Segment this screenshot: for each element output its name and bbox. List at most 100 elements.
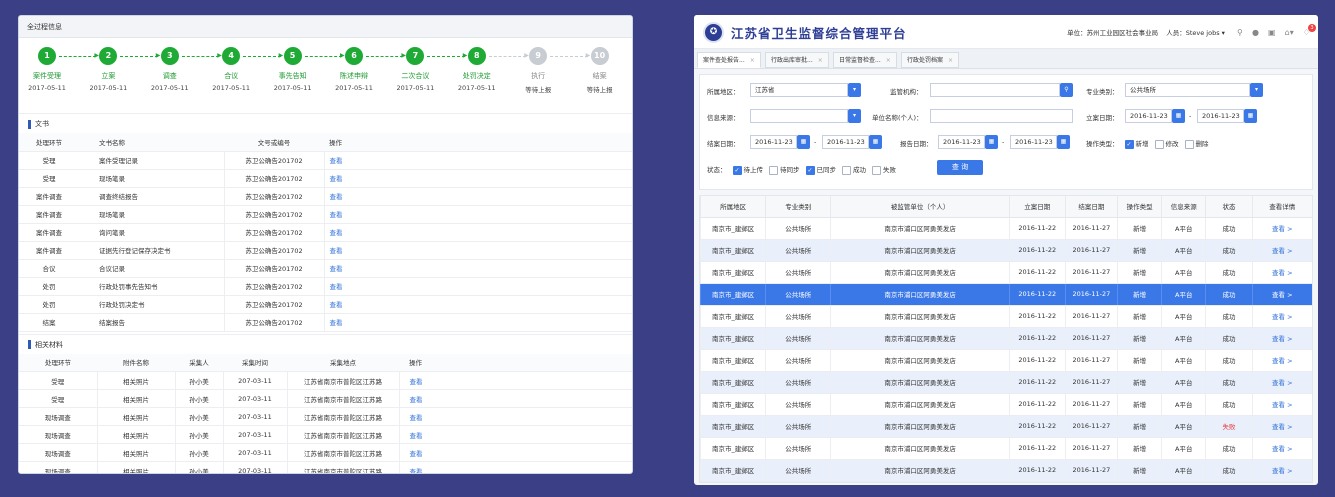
person-menu[interactable]: 人员：Steve jobs ▾ bbox=[1166, 29, 1225, 37]
category-select[interactable]: 公共场所 bbox=[1125, 83, 1250, 97]
report-date-from[interactable]: 2016-11-23 bbox=[938, 135, 985, 149]
result-row[interactable]: 南京市_建邺区 公共场所 南京市浦口区阿勇美发店 2016-11-22 2016-11-… bbox=[699, 371, 1312, 394]
view-detail-link[interactable]: 查看 > bbox=[1251, 261, 1312, 284]
op-type-cell: 新增 bbox=[1117, 437, 1162, 460]
chevron-down-icon[interactable]: ▾ bbox=[848, 83, 861, 97]
view-detail-link[interactable]: 查看 > bbox=[1251, 393, 1312, 416]
result-row[interactable]: 南京市_建邺区 公共场所 南京市浦口区阿勇美发店 2016-11-22 2016-11-… bbox=[699, 283, 1312, 306]
op-type-checkbox[interactable] bbox=[1154, 139, 1164, 149]
view-link[interactable]: 查看 bbox=[323, 205, 632, 224]
view-link[interactable]: 查看 bbox=[323, 241, 632, 260]
view-link[interactable]: 查看 bbox=[398, 371, 632, 390]
home-icon[interactable]: ⌂▾ bbox=[1285, 28, 1294, 37]
view-detail-link[interactable]: 查看 > bbox=[1251, 415, 1312, 438]
calendar-icon[interactable]: ▦ bbox=[869, 135, 882, 149]
section-bar-icon bbox=[28, 119, 31, 129]
region-select[interactable]: 江苏省 bbox=[750, 83, 848, 97]
tab-daily-inspection[interactable]: 日常监督检查... × bbox=[833, 52, 897, 68]
document-row: 结案 结案报告 苏卫公确告201702 查看 bbox=[19, 313, 632, 332]
view-link[interactable]: 查看 bbox=[323, 169, 632, 188]
collector: 孙小美 bbox=[174, 389, 223, 408]
calendar-icon[interactable]: ▦ bbox=[797, 135, 810, 149]
view-detail-link[interactable]: 查看 > bbox=[1251, 371, 1312, 394]
collect-time: 207-03-11 bbox=[222, 371, 287, 390]
view-link[interactable]: 查看 bbox=[323, 223, 632, 242]
view-link[interactable]: 查看 bbox=[323, 277, 632, 296]
close-icon[interactable]: × bbox=[750, 57, 755, 64]
step-name: 立案 bbox=[101, 72, 116, 80]
close-date-to[interactable]: 2016-11-23 bbox=[822, 135, 869, 149]
calendar-icon[interactable]: ▦ bbox=[1057, 135, 1070, 149]
status-checkbox[interactable] bbox=[769, 165, 778, 175]
view-detail-link[interactable]: 查看 > bbox=[1251, 305, 1312, 328]
view-detail-link[interactable]: 查看 > bbox=[1251, 327, 1312, 350]
chat-icon[interactable]: ● bbox=[1252, 28, 1259, 37]
unit-cell: 南京市浦口区阿勇美发店 bbox=[830, 261, 1010, 284]
result-row[interactable]: 南京市_建邺区 公共场所 南京市浦口区阿勇美发店 2016-11-22 2016-11-… bbox=[699, 415, 1312, 438]
view-link[interactable]: 查看 bbox=[398, 443, 632, 462]
view-detail-link[interactable]: 查看 > bbox=[1251, 217, 1312, 240]
tab-case-report[interactable]: 案件查处报告... × bbox=[697, 52, 761, 68]
unit-name-input[interactable] bbox=[930, 109, 1073, 123]
filing-date-from[interactable]: 2016-11-23 bbox=[1125, 109, 1172, 123]
view-detail-link[interactable]: 查看 > bbox=[1251, 437, 1312, 460]
close-date-from[interactable]: 2016-11-23 bbox=[750, 135, 797, 149]
result-row[interactable]: 南京市_建邺区 公共场所 南京市浦口区阿勇美发店 2016-11-22 2016-11-… bbox=[699, 459, 1312, 482]
source-select[interactable] bbox=[750, 109, 848, 123]
message-icon[interactable]: ▣ bbox=[1268, 28, 1276, 37]
view-detail-link[interactable]: 查看 > bbox=[1251, 459, 1312, 482]
close-icon[interactable]: × bbox=[886, 57, 891, 64]
result-row[interactable]: 南京市_建邺区 公共场所 南京市浦口区阿勇美发店 2016-11-22 2016-11-… bbox=[699, 261, 1312, 284]
chevron-down-icon[interactable]: ▾ bbox=[848, 109, 861, 123]
result-row[interactable]: 南京市_建邺区 公共场所 南京市浦口区阿勇美发店 2016-11-22 2016-11-… bbox=[699, 305, 1312, 328]
tab-penalty-archive[interactable]: 行政处罚档案 × bbox=[901, 52, 960, 68]
op-type-checkbox[interactable]: ✓ bbox=[1124, 139, 1134, 149]
result-row[interactable]: 南京市_建邺区 公共场所 南京市浦口区阿勇美发店 2016-11-22 2016-11-… bbox=[699, 393, 1312, 416]
status-checkbox[interactable]: ✓ bbox=[732, 165, 742, 175]
result-row[interactable]: 南京市_建邺区 公共场所 南京市浦口区阿勇美发店 2016-11-22 2016-11-… bbox=[699, 437, 1312, 460]
status-checkbox[interactable]: ✓ bbox=[805, 165, 815, 175]
tab-admin-approval[interactable]: 行政出库审批... × bbox=[765, 52, 829, 68]
collector: 孙小美 bbox=[174, 371, 223, 390]
chevron-down-icon[interactable]: ▾ bbox=[1250, 83, 1263, 97]
view-detail-link[interactable]: 查看 > bbox=[1251, 349, 1312, 372]
query-button[interactable]: 查 询 bbox=[937, 160, 983, 175]
bell-icon[interactable]: ♢ 3 bbox=[1303, 24, 1316, 37]
result-row[interactable]: 南京市_建邺区 公共场所 南京市浦口区阿勇美发店 2016-11-22 2016-11-… bbox=[699, 349, 1312, 372]
view-detail-link[interactable]: 查看 > bbox=[1251, 239, 1312, 262]
region-cell: 南京市_建邺区 bbox=[699, 459, 766, 482]
result-row[interactable]: 南京市_建邺区 公共场所 南京市浦口区阿勇美发店 2016-11-22 2016-11-… bbox=[699, 327, 1312, 350]
view-link[interactable]: 查看 bbox=[398, 425, 632, 444]
app-header: ✪ 江苏省卫生监督综合管理平台 单位：苏州工业园区社会事业局 人员：Steve … bbox=[694, 15, 1318, 49]
view-link[interactable]: 查看 bbox=[323, 295, 632, 314]
emblem-logo-icon: ✪ bbox=[703, 22, 724, 43]
view-link[interactable]: 查看 bbox=[398, 461, 632, 473]
agency-input[interactable] bbox=[930, 83, 1060, 97]
calendar-icon[interactable]: ▦ bbox=[1172, 109, 1185, 123]
calendar-icon[interactable]: ▦ bbox=[985, 135, 998, 149]
search-icon[interactable]: ⚲ bbox=[1237, 28, 1243, 37]
documents-table: 处理环节 文书名称 文号或编号 操作 受理 案件受理记录 苏卫公确告201702 查看… bbox=[19, 133, 632, 332]
material-row: 现场调查 相关照片 孙小美 207-03-11 江苏省南京市普陀区江苏路 查看 bbox=[19, 461, 632, 473]
collect-place: 江苏省南京市普陀区江苏路 bbox=[286, 443, 399, 462]
result-row[interactable]: 南京市_建邺区 公共场所 南京市浦口区阿勇美发店 2016-11-22 2016-11-… bbox=[699, 217, 1312, 240]
close-icon[interactable]: × bbox=[818, 57, 823, 64]
view-link[interactable]: 查看 bbox=[398, 389, 632, 408]
close-icon[interactable]: × bbox=[948, 57, 953, 64]
view-link[interactable]: 查看 bbox=[323, 187, 632, 206]
op-type-checkbox[interactable] bbox=[1184, 139, 1194, 149]
filing-date-to[interactable]: 2016-11-23 bbox=[1197, 109, 1244, 123]
view-link[interactable]: 查看 bbox=[323, 259, 632, 278]
view-link[interactable]: 查看 bbox=[323, 151, 632, 170]
calendar-icon[interactable]: ▦ bbox=[1244, 109, 1257, 123]
closed-date-cell: 2016-11-27 bbox=[1064, 349, 1118, 372]
step-number: 3 bbox=[160, 47, 179, 65]
status-checkbox[interactable] bbox=[872, 165, 881, 175]
view-link[interactable]: 查看 bbox=[398, 407, 632, 426]
status-checkbox[interactable] bbox=[842, 165, 851, 175]
view-detail-link[interactable]: 查看 > bbox=[1251, 283, 1312, 306]
view-link[interactable]: 查看 bbox=[323, 313, 632, 332]
result-row[interactable]: 南京市_建邺区 公共场所 南京市浦口区阿勇美发店 2016-11-22 2016-11-… bbox=[699, 239, 1312, 262]
report-date-to[interactable]: 2016-11-23 bbox=[1010, 135, 1057, 149]
search-icon[interactable]: ⚲ bbox=[1060, 83, 1073, 97]
